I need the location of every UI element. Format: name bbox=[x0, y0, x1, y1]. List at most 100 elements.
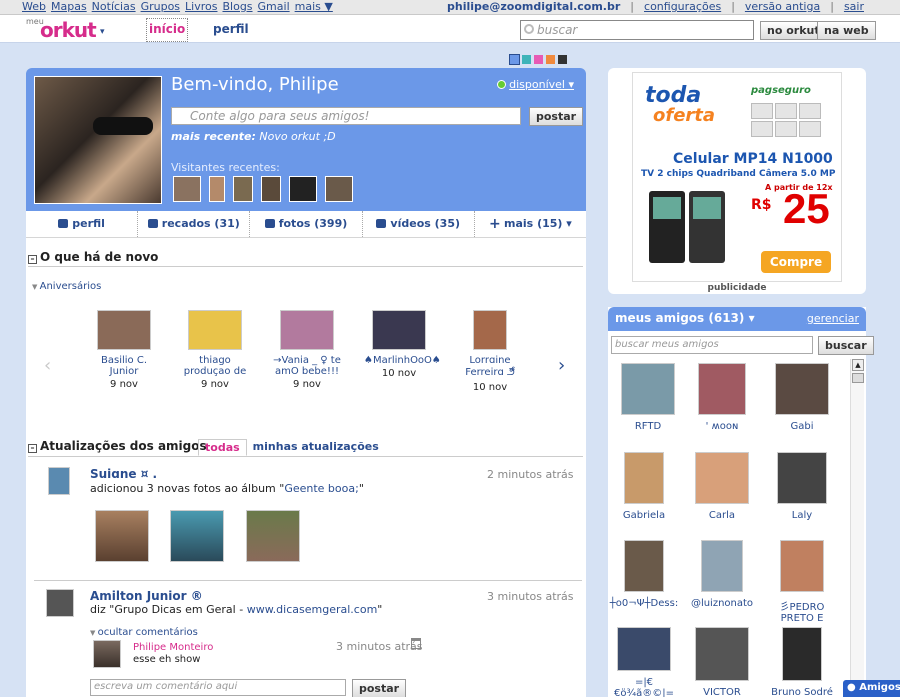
ad-product: Celular MP14 N1000 bbox=[673, 151, 833, 167]
tab-perfil[interactable]: perfil bbox=[26, 211, 139, 237]
link-grupos[interactable]: Grupos bbox=[141, 0, 180, 14]
ad-buy-button[interactable]: Compre bbox=[761, 251, 831, 273]
status-dropdown[interactable]: disponível ▾ bbox=[497, 78, 574, 91]
comment-author[interactable]: Philipe Monteiro bbox=[133, 642, 213, 653]
collapse-icon[interactable]: – bbox=[28, 444, 37, 453]
comment-avatar[interactable] bbox=[93, 640, 121, 668]
friend-photo bbox=[617, 627, 671, 671]
carousel-left-icon[interactable]: ‹ bbox=[44, 355, 51, 376]
friend-name: ' ʍooɴ bbox=[705, 421, 739, 432]
update-photo[interactable] bbox=[170, 510, 224, 562]
theme-swatch-dark[interactable] bbox=[558, 55, 567, 64]
tab-videos[interactable]: vídeos (35) bbox=[363, 211, 475, 237]
carousel-right-icon[interactable]: › bbox=[558, 355, 565, 376]
birthday-item[interactable]: ♠MarlinhOoO♠ 10 nov bbox=[364, 310, 441, 379]
visitor-avatar[interactable] bbox=[325, 176, 353, 202]
birthday-item[interactable]: thiago produçao de 9 nov bbox=[180, 310, 250, 390]
logo-dropdown-icon[interactable]: ▾ bbox=[100, 27, 105, 37]
update-author[interactable]: Amilton Junior ® bbox=[90, 589, 203, 603]
update-photo[interactable] bbox=[95, 510, 149, 562]
updates-section-title[interactable]: – Atualizações dos amigos bbox=[28, 439, 207, 453]
collapse-icon[interactable]: – bbox=[28, 255, 37, 264]
visitor-avatar[interactable] bbox=[289, 176, 317, 202]
search-web-button[interactable]: na web bbox=[817, 21, 876, 40]
tab-fotos[interactable]: fotos (399) bbox=[250, 211, 363, 237]
orkut-logo[interactable]: meu orkut ▾ bbox=[26, 17, 106, 42]
friend-photo bbox=[775, 363, 829, 415]
theme-swatch-pink[interactable] bbox=[534, 55, 543, 64]
hide-comments-toggle[interactable]: ocultar comentários bbox=[90, 627, 198, 638]
friend-avatar[interactable] bbox=[48, 467, 70, 495]
visitor-avatar[interactable] bbox=[209, 176, 225, 202]
birthday-item[interactable]: →Vania _ ♀ te amO bebe!!! 9 nov bbox=[272, 310, 342, 390]
search-input[interactable]: buscar bbox=[520, 20, 754, 40]
link-noticias[interactable]: Notícias bbox=[92, 0, 136, 14]
ad-banner[interactable]: toda oferta pagseguro Celular MP14 N1000… bbox=[632, 72, 842, 282]
separator: | bbox=[830, 0, 834, 13]
external-link[interactable]: www.dicasemgeral.com bbox=[247, 603, 378, 616]
link-web[interactable]: Web bbox=[22, 0, 46, 14]
album-link[interactable]: Geente booa; bbox=[284, 482, 359, 495]
friends-title[interactable]: meus amigos (613) ▾ bbox=[615, 311, 755, 325]
visitor-avatar[interactable] bbox=[261, 176, 281, 202]
birthdays-toggle[interactable]: Aniversários bbox=[32, 281, 102, 292]
profile-avatar[interactable] bbox=[34, 76, 162, 204]
nav-perfil[interactable]: perfil bbox=[213, 22, 249, 36]
link-blogs[interactable]: Blogs bbox=[222, 0, 252, 14]
birthday-name: thiago produçao de bbox=[183, 355, 247, 377]
tab-todas[interactable]: todas bbox=[198, 439, 247, 456]
settings-link[interactable]: configurações bbox=[644, 0, 721, 14]
chat-friends-tab[interactable]: ● Amigos o bbox=[843, 680, 900, 697]
status-input[interactable]: Conte algo para seus amigos! bbox=[171, 107, 521, 125]
theme-swatch-teal[interactable] bbox=[522, 55, 531, 64]
comment-input[interactable]: escreva um comentário aqui bbox=[90, 679, 346, 696]
recent-visitors bbox=[173, 176, 353, 202]
friend-item[interactable]: =|€€ö¾ã®©|= bbox=[605, 627, 683, 697]
friend-item[interactable]: Laly bbox=[763, 452, 841, 521]
trash-icon[interactable] bbox=[411, 638, 421, 649]
friend-photo bbox=[782, 627, 822, 681]
tab-minhas[interactable]: minhas atualizações bbox=[247, 439, 385, 456]
link-gmail[interactable]: Gmail bbox=[258, 0, 290, 14]
visitor-avatar[interactable] bbox=[233, 176, 253, 202]
birthday-item[interactable]: Basilio C. Junior 9 nov bbox=[89, 310, 159, 390]
tab-recados[interactable]: recados (31) bbox=[138, 211, 251, 237]
scroll-thumb[interactable] bbox=[852, 373, 864, 383]
link-mais[interactable]: mais ▼ bbox=[295, 0, 333, 14]
old-version-link[interactable]: versão antiga bbox=[745, 0, 820, 14]
update-photo[interactable] bbox=[246, 510, 300, 562]
update-author[interactable]: Suiɑne ¤ . bbox=[90, 467, 157, 481]
scroll-up-icon[interactable]: ▲ bbox=[852, 359, 864, 371]
manage-friends-link[interactable]: gerenciar bbox=[807, 312, 859, 325]
friend-item[interactable]: Carla bbox=[683, 452, 761, 521]
birthday-item[interactable]: Lorrɑine Ferreirɑ ౨ే 10 nov bbox=[455, 310, 525, 393]
friend-avatar[interactable] bbox=[46, 589, 74, 617]
friend-item[interactable]: Gabi bbox=[763, 363, 841, 432]
friend-item[interactable]: 彡PEDRO PRETO E bbox=[763, 540, 841, 624]
tab-mais[interactable]: + mais (15) ▾ bbox=[475, 211, 586, 237]
visitor-avatar[interactable] bbox=[173, 176, 201, 202]
birthday-photo bbox=[372, 310, 426, 350]
friend-item[interactable]: VICTOR bbox=[683, 627, 761, 697]
link-mapas[interactable]: Mapas bbox=[51, 0, 87, 14]
friend-item[interactable]: Gabriela bbox=[605, 452, 683, 521]
friend-item[interactable]: @luiznonato bbox=[683, 540, 761, 609]
birthday-name: Basilio C. Junior bbox=[101, 355, 147, 377]
friend-item[interactable]: ' ʍooɴ bbox=[683, 363, 761, 432]
theme-swatch-blue[interactable] bbox=[509, 54, 520, 65]
friend-item[interactable]: Bruno Sodré bbox=[763, 627, 841, 697]
news-section-title[interactable]: – O que há de novo bbox=[28, 250, 158, 264]
friend-item[interactable]: RFTD bbox=[609, 363, 687, 432]
friends-scrollbar[interactable]: ▲ bbox=[850, 359, 864, 697]
friend-name: RFTD bbox=[634, 421, 662, 432]
post-status-button[interactable]: postar bbox=[529, 107, 584, 126]
logout-link[interactable]: sair bbox=[844, 0, 864, 14]
friend-item[interactable]: ┼o0¬Ψ┼Dess: bbox=[605, 540, 683, 609]
friends-search-button[interactable]: buscar bbox=[818, 336, 874, 355]
friend-photo bbox=[624, 452, 664, 504]
link-livros[interactable]: Livros bbox=[185, 0, 217, 14]
post-comment-button[interactable]: postar bbox=[352, 679, 407, 697]
theme-swatch-orange[interactable] bbox=[546, 55, 555, 64]
nav-inicio[interactable]: início bbox=[146, 18, 189, 42]
friends-search-input[interactable]: buscar meus amigos bbox=[611, 336, 813, 354]
